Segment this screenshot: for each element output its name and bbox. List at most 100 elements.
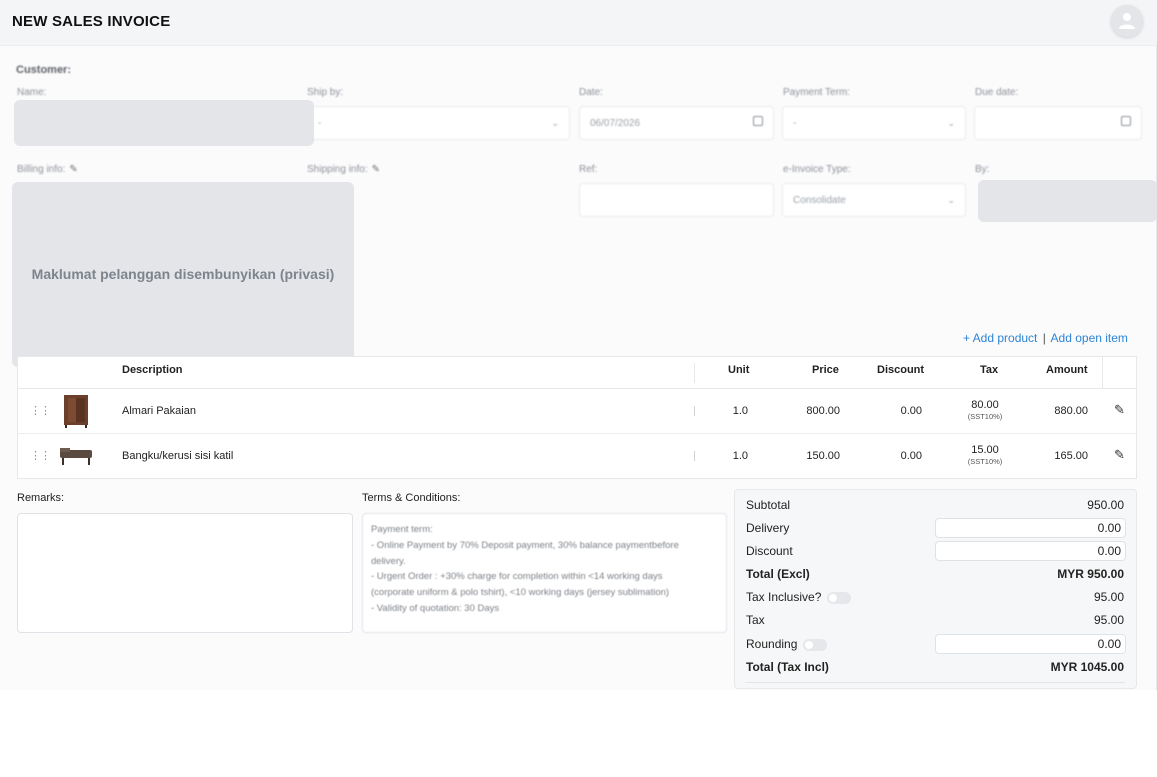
column-divider xyxy=(694,451,695,461)
total-incl-label: Total (Tax Incl) xyxy=(746,660,829,674)
discount-label: Discount xyxy=(746,544,793,558)
user-avatar[interactable] xyxy=(1111,5,1143,37)
calendar-icon[interactable] xyxy=(753,116,763,126)
terms-line: - Validity of quotation: 30 Days xyxy=(371,602,500,614)
page-title: NEW SALES INVOICE xyxy=(12,13,171,30)
total-incl-value: MYR 1045.00 xyxy=(1050,660,1124,674)
bench-thumbnail xyxy=(60,448,92,465)
shipping-info-label: Shipping info: ✎ xyxy=(307,164,380,175)
date-field[interactable]: 06/07/2026 xyxy=(579,106,774,140)
chevron-down-icon: ⌄ xyxy=(947,195,955,205)
rounding-input[interactable]: 0.00 xyxy=(935,634,1126,654)
edit-icon[interactable]: ✎ xyxy=(1114,402,1125,418)
terms-line: delivery. xyxy=(371,555,406,567)
item-unit: 1.0 xyxy=(732,405,748,417)
item-unit: 1.0 xyxy=(732,450,748,462)
terms-line: Payment term: xyxy=(371,524,433,535)
item-discount: 0.00 xyxy=(900,405,922,417)
rounding-text: Rounding xyxy=(746,637,798,651)
remarks-textarea[interactable] xyxy=(17,513,353,633)
wardrobe-thumbnail xyxy=(64,395,88,428)
ship-by-label: Ship by: xyxy=(307,87,344,98)
table-row[interactable]: ⋮⋮ Almari Pakaian 1.0 800.00 0.00 80.00 … xyxy=(18,389,1136,434)
rounding-row: Rounding 0.00 xyxy=(735,634,1136,656)
terms-textarea[interactable]: Payment term: - Online Payment by 70% De… xyxy=(362,513,727,633)
einvoice-type-select[interactable]: Consolidate ⌄ xyxy=(782,183,966,217)
tax-inclusive-text: Tax Inclusive? xyxy=(746,590,822,604)
col-price: Price xyxy=(812,364,839,376)
customer-name-mask xyxy=(14,100,314,146)
column-divider xyxy=(694,406,695,416)
item-tax-value: 80.00 xyxy=(971,399,999,411)
item-description: Bangku/kerusi sisi katil xyxy=(122,450,234,462)
billing-info-text: Billing info: xyxy=(17,164,66,175)
item-amount: 880.00 xyxy=(1054,405,1088,417)
table-header: Description Unit Price Discount Tax Amou… xyxy=(18,357,1136,389)
total-excl-label: Total (Excl) xyxy=(746,567,810,581)
discount-input[interactable]: 0.00 xyxy=(935,541,1126,561)
terms-label: Terms & Conditions: xyxy=(362,492,461,504)
edit-icon[interactable]: ✎ xyxy=(1114,447,1125,463)
delivery-label: Delivery xyxy=(746,521,790,535)
due-date-label: Due date: xyxy=(975,87,1019,98)
column-divider xyxy=(1102,357,1103,389)
item-description: Almari Pakaian xyxy=(122,405,196,417)
subtotal-label: Subtotal xyxy=(746,498,791,512)
total-excl-row: Total (Excl) MYR 950.00 xyxy=(735,564,1136,586)
rounding-toggle[interactable] xyxy=(803,638,828,651)
add-item-links: + Add product | Add open item xyxy=(963,331,1128,345)
ref-label: Ref: xyxy=(579,164,598,175)
by-label: By: xyxy=(975,164,990,175)
item-tax: 15.00 (SST10%) xyxy=(963,444,1007,466)
payment-term-select[interactable]: - ⌄ xyxy=(782,106,966,140)
pencil-icon[interactable]: ✎ xyxy=(69,164,77,175)
rounding-label: Rounding xyxy=(746,637,828,651)
pencil-icon[interactable]: ✎ xyxy=(372,164,380,175)
drag-handle-icon[interactable]: ⋮⋮ xyxy=(30,451,51,462)
tax-inclusive-label: Tax Inclusive? xyxy=(746,590,852,604)
user-icon xyxy=(1119,13,1135,29)
delivery-row: Delivery 0.00 xyxy=(735,518,1136,540)
terms-line: - Urgent Order : +30% charge for complet… xyxy=(371,571,663,583)
add-open-item-link[interactable]: Add open item xyxy=(1051,331,1128,345)
top-bar: NEW SALES INVOICE xyxy=(0,0,1157,46)
ship-by-value: - xyxy=(318,118,322,129)
drag-handle-icon[interactable]: ⋮⋮ xyxy=(30,406,51,417)
item-tax-code: (SST10%) xyxy=(967,457,1003,466)
customer-label: Customer: xyxy=(16,64,72,76)
terms-line: (corporate uniform & polo tshirt), <10 w… xyxy=(371,587,670,599)
item-price: 150.00 xyxy=(806,450,840,462)
ship-by-select[interactable]: - ⌄ xyxy=(307,106,570,140)
tax-label: Tax xyxy=(746,613,765,627)
tax-inclusive-toggle[interactable] xyxy=(827,591,852,604)
column-divider xyxy=(694,363,695,383)
col-amount: Amount xyxy=(1046,364,1088,376)
billing-info-label: Billing info: ✎ xyxy=(17,164,78,175)
col-description: Description xyxy=(122,364,183,376)
due-date-field[interactable] xyxy=(974,106,1142,140)
item-tax: 80.00 (SST10%) xyxy=(963,399,1007,421)
einvoice-type-label: e-Invoice Type: xyxy=(783,164,851,175)
discount-row: Discount 0.00 xyxy=(735,541,1136,563)
payment-term-value: - xyxy=(793,118,797,129)
privacy-notice: Maklumat pelanggan disembunyikan (privas… xyxy=(31,266,335,282)
tax-row: Tax 95.00 xyxy=(735,610,1136,632)
table-row[interactable]: ⋮⋮ Bangku/kerusi sisi katil 1.0 150.00 0… xyxy=(18,434,1136,479)
subtotal-row: Subtotal 950.00 xyxy=(735,495,1136,517)
tax-inclusive-value: 95.00 xyxy=(1093,590,1124,604)
item-discount: 0.00 xyxy=(900,450,922,462)
date-value: 06/07/2026 xyxy=(590,118,641,129)
col-tax: Tax xyxy=(980,364,999,376)
terms-line: - Online Payment by 70% Deposit payment,… xyxy=(371,539,679,551)
remarks-label: Remarks: xyxy=(17,492,65,504)
tax-inclusive-row: Tax Inclusive? 95.00 xyxy=(735,587,1136,609)
delivery-input[interactable]: 0.00 xyxy=(935,518,1126,538)
totals-panel: Subtotal 950.00 Delivery 0.00 Discount 0… xyxy=(734,489,1137,689)
ref-input[interactable] xyxy=(579,183,774,217)
col-discount: Discount xyxy=(877,364,925,376)
add-product-link[interactable]: + Add product xyxy=(963,331,1037,345)
date-label: Date: xyxy=(579,87,603,98)
col-unit: Unit xyxy=(728,364,750,376)
calendar-icon[interactable] xyxy=(1121,116,1131,126)
items-table: Description Unit Price Discount Tax Amou… xyxy=(17,356,1137,479)
